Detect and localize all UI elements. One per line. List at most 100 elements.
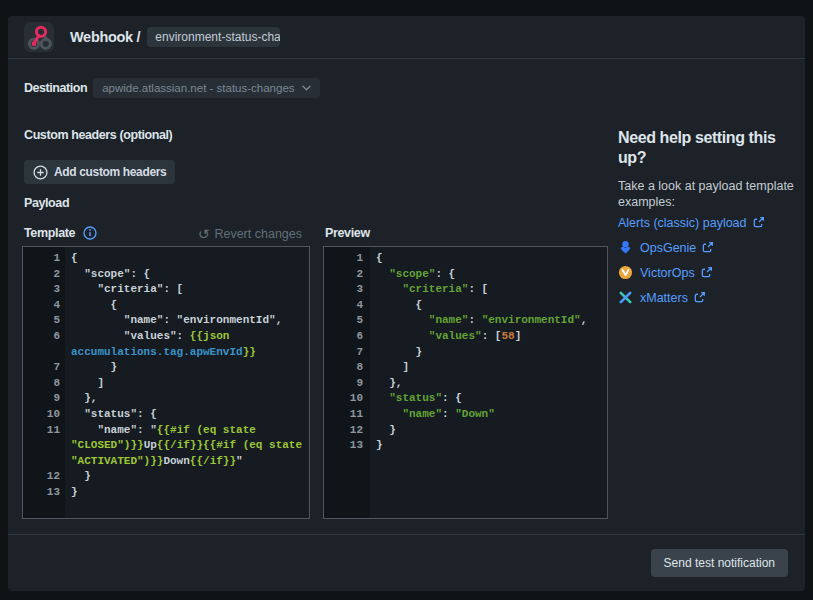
opsgenie-link[interactable]: OpsGenie <box>640 241 714 255</box>
code-line: 1{ <box>23 251 309 267</box>
line-number: 8 <box>324 360 370 376</box>
code-line: 2 "scope": { <box>324 267 607 283</box>
custom-headers-label: Custom headers (optional) <box>24 128 172 142</box>
line-number: 1 <box>23 251 65 267</box>
victorops-link[interactable]: VictorOps <box>640 266 713 280</box>
line-number: 2 <box>23 267 65 283</box>
code-text: } <box>65 485 78 501</box>
page-title: Webhook / <box>70 29 140 45</box>
code-text: "criteria": [ <box>65 282 183 298</box>
payload-label: Payload <box>24 196 69 210</box>
opsgenie-icon <box>618 240 633 255</box>
code-line: 6 "values": [58] <box>324 329 607 345</box>
line-number: 10 <box>23 407 65 423</box>
footer: Send test notification <box>8 534 805 591</box>
help-heading: Need help setting this up? <box>618 128 803 168</box>
line-number: 10 <box>324 391 370 407</box>
code-line: accumulations.tag.apwEnvId}} <box>23 345 309 361</box>
code-line: 7 } <box>324 345 607 361</box>
code-text: "scope": { <box>65 267 150 283</box>
code-line: 11 "name": "Down" <box>324 407 607 423</box>
webhook-settings-card: Webhook / environment-status-cha Destina… <box>8 16 805 591</box>
external-link-icon <box>752 216 765 229</box>
code-line: 9 }, <box>23 391 309 407</box>
code-line: 10 "status": { <box>324 391 607 407</box>
webhook-logo-icon <box>25 23 53 51</box>
line-number <box>23 454 65 470</box>
code-line: 1{ <box>324 251 607 267</box>
chevron-down-icon <box>302 85 311 91</box>
code-text: "values": {{json <box>65 329 229 345</box>
code-text: "name": "Down" <box>370 407 495 423</box>
code-text: "values": [58] <box>370 329 521 345</box>
webhook-logo <box>24 22 54 52</box>
code-line: 13} <box>324 438 607 454</box>
code-line: 3 "criteria": [ <box>324 282 607 298</box>
code-line: 5 "name": "environmentId", <box>324 313 607 329</box>
code-line: 4 { <box>23 298 309 314</box>
code-line: "CLOSED")}}Up{{/if}}{{#if (eq state <box>23 438 309 454</box>
xmatters-link[interactable]: xMatters <box>640 291 706 305</box>
line-number <box>23 438 65 454</box>
line-number: 2 <box>324 267 370 283</box>
code-text: "name": "{{#if (eq state <box>65 423 256 439</box>
destination-row: Destination apwide.atlassian.net - statu… <box>24 77 320 98</box>
line-number: 1 <box>324 251 370 267</box>
header: Webhook / environment-status-cha <box>8 16 805 59</box>
code-text: { <box>370 298 422 314</box>
code-text: ] <box>65 376 104 392</box>
webhook-name-chip: environment-status-cha <box>147 27 280 47</box>
add-custom-headers-label: Add custom headers <box>54 165 166 179</box>
line-number: 5 <box>324 313 370 329</box>
line-number: 4 <box>324 298 370 314</box>
code-text: } <box>370 345 422 361</box>
destination-value: apwide.atlassian.net - status-changes <box>102 82 294 94</box>
code-line: 5 "name": "environmentId", <box>23 313 309 329</box>
help-link-row: OpsGenie <box>618 239 803 256</box>
line-number: 5 <box>23 313 65 329</box>
alerts-classic-payload-link[interactable]: Alerts (classic) payload <box>618 216 765 230</box>
code-line: 13} <box>23 485 309 501</box>
revert-changes-button[interactable]: ↺ Revert changes <box>24 226 302 242</box>
code-line: 6 "values": {{json <box>23 329 309 345</box>
line-number: 13 <box>324 438 370 454</box>
code-text: "CLOSED")}}Up{{/if}}{{#if (eq state <box>65 438 302 454</box>
line-number: 7 <box>324 345 370 361</box>
line-number: 12 <box>324 423 370 439</box>
code-line: 12 } <box>324 423 607 439</box>
send-test-notification-button[interactable]: Send test notification <box>651 549 788 577</box>
line-number: 3 <box>324 282 370 298</box>
preview-label: Preview <box>325 226 370 240</box>
code-text: } <box>65 469 91 485</box>
destination-select[interactable]: apwide.atlassian.net - status-changes <box>93 78 319 98</box>
victorops-icon <box>618 265 633 280</box>
code-line: 8 ] <box>23 376 309 392</box>
code-line: 3 "criteria": [ <box>23 282 309 298</box>
line-number: 8 <box>23 376 65 392</box>
code-line: 10 "status": { <box>23 407 309 423</box>
help-link-row: Alerts (classic) payload <box>618 214 803 231</box>
plus-circle-icon <box>33 165 48 180</box>
xmatters-icon <box>618 290 633 305</box>
code-line: "ACTIVATED")}}Down{{/if}}" <box>23 454 309 470</box>
code-line: 4 { <box>324 298 607 314</box>
template-code-editor[interactable]: 1{2 "scope": {3 "criteria": [4 {5 "name"… <box>22 246 310 519</box>
line-number: 12 <box>23 469 65 485</box>
add-custom-headers-button[interactable]: Add custom headers <box>24 160 175 184</box>
code-line: 7 } <box>23 360 309 376</box>
line-number: 11 <box>324 407 370 423</box>
code-text: { <box>65 298 117 314</box>
code-text: "name": "environmentId", <box>370 313 587 329</box>
code-text: "scope": { <box>370 267 455 283</box>
line-number: 9 <box>324 376 370 392</box>
external-link-icon <box>693 291 706 304</box>
code-text: { <box>65 251 78 267</box>
code-text: } <box>370 423 396 439</box>
external-link-icon <box>700 266 713 279</box>
code-text: } <box>65 360 117 376</box>
code-text: "ACTIVATED")}}Down{{/if}}" <box>65 454 243 470</box>
line-number <box>23 345 65 361</box>
help-link-row: xMatters <box>618 289 803 306</box>
code-text: }, <box>65 391 97 407</box>
preview-code-panel: 1{2 "scope": {3 "criteria": [4 {5 "name"… <box>323 246 608 519</box>
